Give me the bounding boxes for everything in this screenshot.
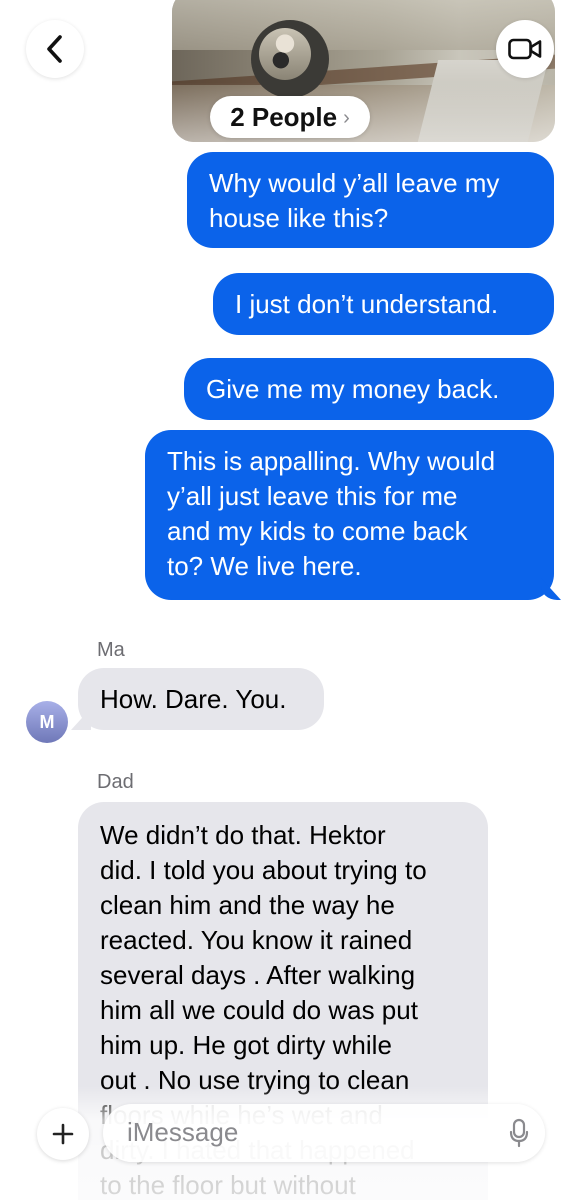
message-bubble-received[interactable]: How. Dare. You. — [78, 668, 324, 730]
messages-screen: Why would y’all leave my house like this… — [0, 0, 581, 1200]
message-bubble-sent[interactable]: I just don’t understand. — [213, 273, 554, 335]
apps-plus-button[interactable] — [37, 1108, 89, 1160]
microphone-icon[interactable] — [509, 1118, 529, 1148]
message-input[interactable]: iMessage — [103, 1104, 545, 1162]
chevron-right-icon: › — [343, 106, 350, 129]
avatar-initial: M — [39, 711, 55, 732]
video-call-button[interactable] — [496, 20, 554, 78]
sender-name: Ma — [97, 639, 125, 661]
message-bubble-sent[interactable]: This is appalling. Why would y’all just … — [145, 430, 554, 600]
message-bubble-sent[interactable]: Give me my money back. — [184, 358, 554, 420]
group-details-button[interactable]: 2 People › — [210, 96, 370, 138]
back-button[interactable] — [26, 20, 84, 78]
avatar[interactable]: M — [26, 701, 68, 743]
sender-name: Dad — [97, 771, 134, 793]
message-input-placeholder: iMessage — [127, 1117, 239, 1147]
chevron-left-icon — [47, 35, 62, 63]
group-title: 2 People — [230, 101, 338, 132]
group-avatar[interactable] — [251, 20, 329, 98]
plus-icon — [52, 1123, 74, 1145]
video-camera-icon — [508, 38, 542, 60]
message-bubble-sent[interactable]: Why would y’all leave my house like this… — [187, 152, 554, 248]
group-avatar-photo — [259, 28, 311, 80]
